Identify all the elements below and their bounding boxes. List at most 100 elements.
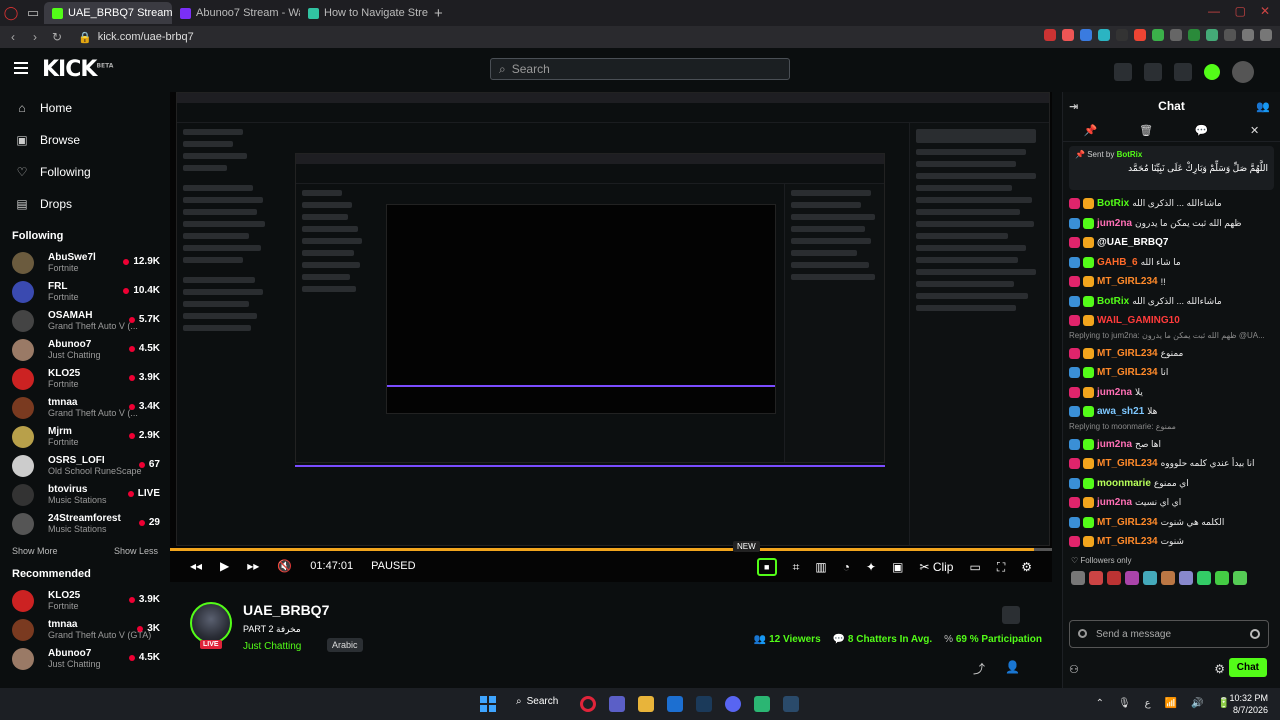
forward-icon[interactable]: ›: [26, 30, 44, 44]
chat-message[interactable]: jum2na اها صح: [1069, 435, 1274, 455]
chat-username[interactable]: moonmarie: [1097, 478, 1151, 489]
chat-username[interactable]: GAHB_6: [1097, 257, 1138, 268]
chevron-up-icon[interactable]: ⌃: [1096, 698, 1104, 709]
follow-icon[interactable]: 👤: [1005, 660, 1020, 677]
taskbar-search[interactable]: ⌕ Search: [516, 696, 558, 707]
channel-item[interactable]: tmnaa Grand Theft Auto V (... 3.4K: [0, 393, 170, 422]
dashboard-icon[interactable]: [1174, 63, 1192, 81]
extension-icon[interactable]: [1224, 29, 1236, 41]
rewind-icon[interactable]: ◂◂: [190, 559, 202, 573]
discord-icon[interactable]: [725, 696, 741, 712]
chat-input[interactable]: Send a message: [1069, 620, 1269, 648]
teams-icon[interactable]: [609, 696, 625, 712]
channel-item[interactable]: KLO25 Fortnite 3.9K: [0, 586, 170, 615]
channel-item[interactable]: OSAMAH Grand Theft Auto V (... 5.7K: [0, 306, 170, 335]
clip-button[interactable]: ✂ Clip: [919, 560, 953, 574]
battery-icon[interactable]: 🔋: [1218, 698, 1230, 709]
wifi-icon[interactable]: 📶: [1165, 698, 1177, 709]
url-field[interactable]: 🔒 kick.com/uae-brbq7: [78, 31, 194, 44]
speed-icon[interactable]: ◔: [843, 560, 850, 574]
chat-message[interactable]: moonmarie اي ممنوع: [1069, 474, 1274, 494]
browser-tab-0[interactable]: UAE_BRBQ7 Stream - Watch ×: [44, 2, 172, 24]
chat-username[interactable]: BotRix: [1097, 198, 1129, 209]
chat-username[interactable]: MT_GIRL234: [1097, 458, 1158, 469]
chat-bubble-icon[interactable]: 💬: [1195, 124, 1209, 137]
chat-username[interactable]: jum2na: [1097, 497, 1132, 508]
steam-icon[interactable]: [696, 696, 712, 712]
chat-username[interactable]: MT_GIRL234: [1097, 536, 1158, 547]
settings-icon[interactable]: ⚙: [1021, 560, 1032, 574]
clock[interactable]: 10:32 PM 8/7/2026: [1229, 692, 1268, 716]
emote-icon[interactable]: [1107, 570, 1121, 585]
sidebar-item-home[interactable]: ⌂ Home: [0, 92, 170, 124]
mute-icon[interactable]: 🔇: [277, 559, 292, 573]
emote-icon[interactable]: [1215, 570, 1229, 585]
extension-icon[interactable]: [1188, 29, 1200, 41]
sword-icon[interactable]: ✕: [1250, 124, 1259, 137]
forward-icon[interactable]: ▸▸: [247, 559, 259, 573]
chat-message[interactable]: GAHB_6 ما شاء الله: [1069, 253, 1274, 273]
chat-message[interactable]: jum2na اي اي نسيت: [1069, 493, 1274, 513]
extension-icon[interactable]: [1152, 29, 1164, 41]
chat-username[interactable]: MT_GIRL234: [1097, 367, 1158, 378]
extension-icon[interactable]: [1134, 29, 1146, 41]
show-less-button[interactable]: Show Less: [114, 546, 158, 556]
chat-message[interactable]: BotRix ماشاءالله ... الذكرى الله: [1069, 194, 1274, 214]
app-icon[interactable]: [754, 696, 770, 712]
opera-icon[interactable]: [580, 696, 596, 712]
chat-message[interactable]: jum2na يلا: [1069, 383, 1274, 403]
chat-username[interactable]: MT_GIRL234: [1097, 517, 1158, 528]
extension-icon[interactable]: [1170, 29, 1182, 41]
channel-item[interactable]: Mjrm Fortnite 2.9K: [0, 422, 170, 451]
maximize-icon[interactable]: ▢: [1235, 4, 1246, 18]
captions-icon[interactable]: ▭: [969, 560, 980, 574]
menu-icon[interactable]: [1260, 29, 1272, 41]
volume-icon[interactable]: 🔊: [1191, 698, 1203, 709]
sidebar-toggle-icon[interactable]: ▭: [22, 2, 44, 24]
channel-name[interactable]: UAE_BRBQ7: [243, 602, 329, 618]
emoji-icon[interactable]: [1250, 629, 1260, 639]
back-icon[interactable]: ‹: [4, 30, 22, 44]
emote-icon[interactable]: [1161, 570, 1175, 585]
emote-icon[interactable]: [1125, 570, 1139, 585]
clip-icon[interactable]: [1114, 63, 1132, 81]
extension-icon[interactable]: [1206, 29, 1218, 41]
chat-username[interactable]: jum2na: [1097, 439, 1132, 450]
fullscreen-icon[interactable]: ⛶: [997, 560, 1005, 575]
outlook-icon[interactable]: [667, 696, 683, 712]
pin-icon[interactable]: 📌: [1084, 124, 1098, 137]
chat-message[interactable]: WAIL_GAMING10: [1069, 311, 1274, 331]
extension-icon[interactable]: [1098, 29, 1110, 41]
mic-icon[interactable]: 🎙: [1118, 698, 1131, 709]
chat-message[interactable]: MT_GIRL234!!: [1069, 272, 1274, 292]
channel-item[interactable]: tmnaa Grand Theft Auto V (GTA) 3K: [0, 615, 170, 644]
chat-message[interactable]: MT_GIRL234 انا: [1069, 363, 1274, 383]
chat-message[interactable]: jum2na ظهم الله ثبت يمكن ما يدرون: [1069, 214, 1274, 234]
crop-icon[interactable]: ⌗: [793, 560, 800, 575]
extension-icon[interactable]: [1080, 29, 1092, 41]
channel-avatar[interactable]: [190, 602, 232, 644]
chat-users-icon[interactable]: 👥: [1256, 100, 1270, 113]
effects-icon[interactable]: ✦: [866, 560, 876, 574]
show-more-button[interactable]: Show More: [12, 546, 58, 556]
reload-icon[interactable]: ↻: [48, 30, 66, 44]
settings-icon[interactable]: ⚙: [1214, 662, 1225, 676]
creator-icon[interactable]: [1204, 64, 1220, 80]
chat-message[interactable]: MT_GIRL234 الكلمه هي شنوت: [1069, 513, 1274, 533]
emote-icon[interactable]: [1143, 570, 1157, 585]
browser-tab-2[interactable]: How to Navigate Streamlab: [300, 2, 428, 24]
search-input[interactable]: ⌕ Search: [490, 58, 790, 80]
category-link[interactable]: Just Chatting: [243, 641, 301, 652]
new-tab-button[interactable]: +: [434, 5, 443, 22]
emote-icon[interactable]: [1233, 570, 1247, 585]
hamburger-menu-icon[interactable]: [14, 62, 28, 74]
chat-username[interactable]: MT_GIRL234: [1097, 276, 1158, 287]
extension-icon[interactable]: [1062, 29, 1074, 41]
sidebar-item-browse[interactable]: ▣ Browse: [0, 124, 170, 156]
collapse-chat-icon[interactable]: ⇥: [1069, 100, 1078, 113]
chat-username[interactable]: WAIL_GAMING10: [1097, 315, 1180, 326]
share-icon[interactable]: ⤴: [973, 660, 985, 677]
extension-icon[interactable]: [1044, 29, 1056, 41]
quick-emote-icon[interactable]: ⚇: [1069, 663, 1079, 676]
language-icon[interactable]: ع: [1145, 698, 1151, 709]
